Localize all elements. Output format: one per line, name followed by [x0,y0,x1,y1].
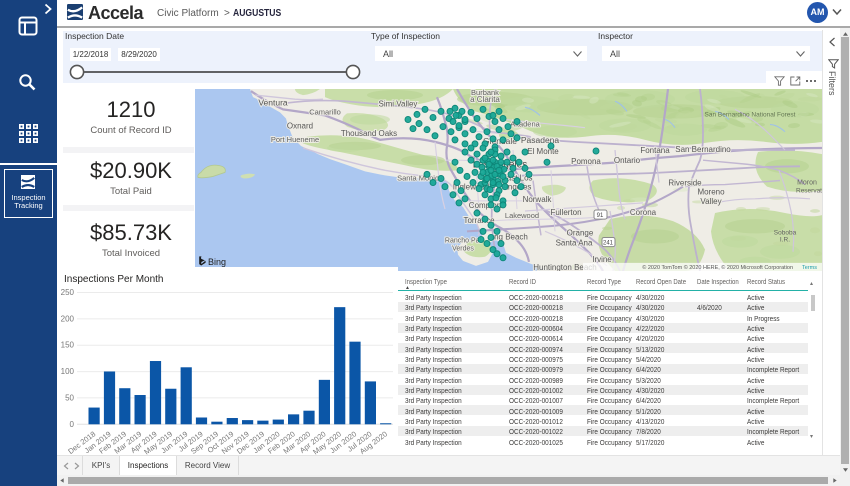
svg-text:200: 200 [61,314,75,323]
svg-text:Moreno: Moreno [697,188,725,197]
svg-text:I.R.: I.R. [780,236,790,243]
svg-text:Terms: Terms [802,265,817,271]
svg-text:Port Hueneme: Port Hueneme [271,135,319,144]
svg-text:Lakewood: Lakewood [505,211,539,220]
svg-text:Santa Monica: Santa Monica [397,173,444,182]
svg-text:Fontana: Fontana [640,146,670,155]
svg-text:Riverside: Riverside [668,179,702,188]
svg-text:Reservat: Reservat [796,188,822,195]
svg-text:San Bernardino: San Bernardino [675,145,731,154]
svg-text:Camarillo: Camarillo [309,107,341,116]
svg-text:Pomona: Pomona [571,157,601,166]
svg-text:Rancho Pal: Rancho Pal [445,237,482,244]
svg-text:Oxnard: Oxnard [287,122,313,131]
svg-text:Ontario: Ontario [614,156,641,165]
svg-text:Orange: Orange [567,228,594,237]
svg-text:Moron: Moron [797,180,817,187]
svg-text:Corona: Corona [630,208,657,217]
svg-text:Bing: Bing [208,257,226,267]
svg-text:91: 91 [597,213,604,219]
svg-text:Valley: Valley [700,197,721,206]
svg-text:Thousand Oaks: Thousand Oaks [341,129,397,138]
svg-text:0: 0 [70,420,75,429]
svg-text:San Bernardino National Forest: San Bernardino National Forest [705,111,796,118]
svg-text:Norwalk: Norwalk [523,195,553,204]
svg-text:50: 50 [65,393,74,402]
svg-text:Simi Valley: Simi Valley [379,99,418,108]
svg-text:150: 150 [61,341,75,350]
svg-text:Pasadena: Pasadena [521,135,559,145]
svg-text:100: 100 [61,367,75,376]
svg-text:Verdes: Verdes [452,246,474,253]
svg-text:250: 250 [61,288,75,297]
svg-text:241: 241 [603,241,614,247]
svg-text:El Monte: El Monte [527,147,559,156]
svg-text:Burbank: Burbank [471,89,499,97]
svg-text:Soboba: Soboba [774,229,797,236]
svg-text:Inspections Per Month: Inspections Per Month [64,274,164,285]
svg-text:Santa Ana: Santa Ana [556,239,593,248]
svg-text:© 2020 TomTom © 2020 HERE, © 2: © 2020 TomTom © 2020 HERE, © 2020 Micros… [642,264,793,271]
svg-text:Fullerton: Fullerton [550,208,581,217]
svg-text:Ventura: Ventura [258,97,288,107]
